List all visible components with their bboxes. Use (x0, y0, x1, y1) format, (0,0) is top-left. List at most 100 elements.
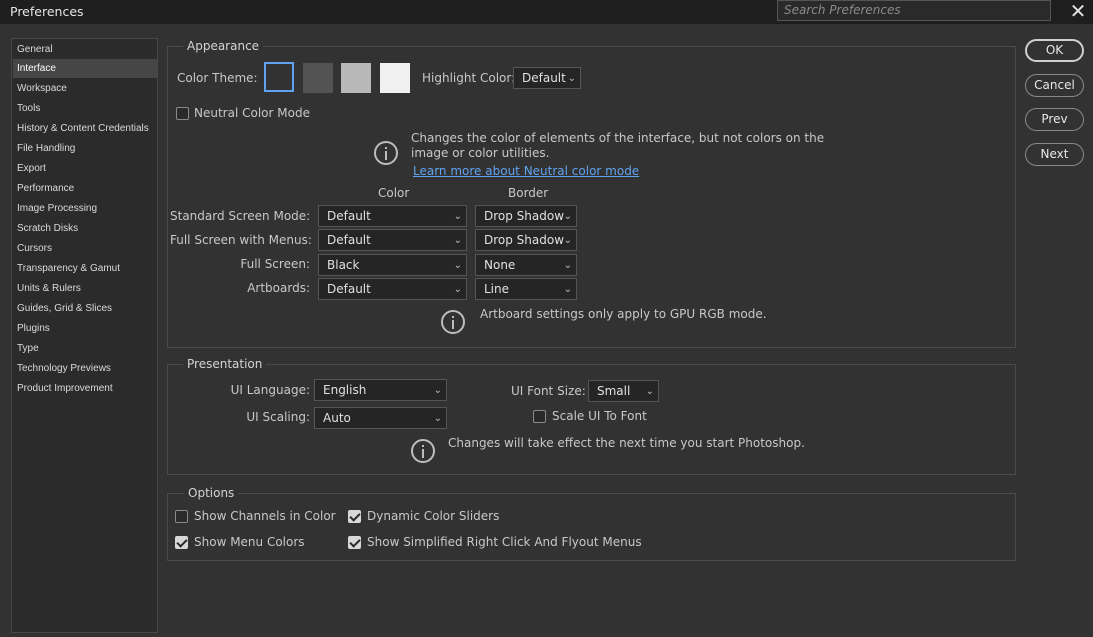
presentation-info-text: Changes will take effect the next time y… (448, 436, 805, 450)
full-screen-menus-label: Full Screen with Menus: (170, 233, 312, 247)
neutral-color-mode-link[interactable]: Learn more about Neutral color mode (413, 163, 639, 179)
ui-font-size-value: Small (597, 384, 631, 398)
full-screen-menus-border-value: Drop Shadow (484, 233, 565, 247)
appearance-title: Appearance (183, 39, 264, 53)
sidebar-item-cursors[interactable]: Cursors (13, 239, 157, 258)
full-screen-border-select[interactable]: None ⌄ (475, 254, 577, 276)
sidebar-item-export[interactable]: Export (13, 159, 157, 178)
chevron-down-icon: ⌄ (563, 260, 572, 271)
color-column-header: Color (378, 186, 410, 200)
sidebar-item-guides[interactable]: Guides, Grid & Slices (13, 299, 157, 318)
artboard-info-text: Artboard settings only apply to GPU RGB … (480, 307, 767, 321)
full-screen-menus-color-select[interactable]: Default ⌄ (318, 229, 467, 251)
chevron-down-icon: ⌄ (453, 284, 462, 295)
neutral-info-text-line1: Changes the color of elements of the int… (411, 131, 825, 145)
info-icon (374, 141, 398, 165)
prev-button[interactable]: Prev (1025, 108, 1084, 131)
next-button[interactable]: Next (1025, 143, 1084, 166)
sidebar-item-plugins[interactable]: Plugins (13, 319, 157, 338)
border-column-header: Border (508, 186, 549, 200)
color-theme-label: Color Theme: (177, 71, 258, 85)
preferences-sidebar: General Interface Workspace Tools Histor… (11, 38, 158, 633)
standard-screen-mode-label: Standard Screen Mode: (170, 209, 311, 223)
ui-language-value: English (323, 383, 367, 397)
chevron-down-icon: ⌄ (563, 284, 572, 295)
ok-button[interactable]: OK (1025, 39, 1084, 62)
sidebar-item-workspace[interactable]: Workspace (13, 79, 157, 98)
options-title: Options (184, 486, 239, 500)
sidebar-item-type[interactable]: Type (13, 339, 157, 358)
artboards-color-value: Default (327, 282, 371, 296)
artboards-label: Artboards: (247, 281, 310, 295)
window-title: Preferences (10, 4, 84, 19)
sidebar-item-scratch-disks[interactable]: Scratch Disks (13, 219, 157, 238)
sidebar-item-tools[interactable]: Tools (13, 99, 157, 118)
full-screen-color-select[interactable]: Black ⌄ (318, 254, 467, 276)
ui-scaling-label: UI Scaling: (246, 410, 310, 424)
full-screen-color-value: Black (327, 258, 360, 272)
sidebar-item-transparency[interactable]: Transparency & Gamut (13, 259, 157, 278)
sidebar-item-performance[interactable]: Performance (13, 179, 157, 198)
sidebar-item-interface[interactable]: Interface (13, 59, 157, 78)
chevron-down-icon: ⌄ (433, 413, 442, 424)
theme-swatch-dark[interactable] (303, 63, 333, 93)
chevron-down-icon: ⌄ (453, 260, 462, 271)
dynamic-color-sliders-checkbox[interactable] (348, 510, 361, 523)
scale-ui-to-font-checkbox[interactable] (533, 410, 546, 423)
theme-swatch-lightest[interactable] (380, 63, 410, 93)
standard-screen-color-select[interactable]: Default ⌄ (318, 205, 467, 227)
show-menu-colors-checkbox[interactable] (175, 536, 188, 549)
info-icon (441, 310, 465, 334)
show-channels-in-color-label: Show Channels in Color (194, 509, 336, 523)
sidebar-item-history[interactable]: History & Content Credentials (13, 119, 157, 138)
artboards-color-select[interactable]: Default ⌄ (318, 278, 467, 300)
scale-ui-to-font-label: Scale UI To Font (552, 409, 647, 423)
full-screen-menus-color-value: Default (327, 233, 371, 247)
chevron-down-icon: ⌄ (645, 386, 654, 397)
chevron-down-icon: ⌄ (563, 211, 572, 222)
theme-swatch-light[interactable] (341, 63, 371, 93)
cancel-button[interactable]: Cancel (1025, 74, 1084, 97)
search-preferences-input[interactable]: Search Preferences (777, 0, 1051, 21)
appearance-group (167, 46, 1016, 348)
full-screen-border-value: None (484, 258, 516, 272)
highlight-color-value: Default (522, 71, 566, 85)
highlight-color-select[interactable]: Default ⌄ (513, 67, 581, 89)
ui-scaling-select[interactable]: Auto ⌄ (314, 407, 447, 429)
chevron-down-icon: ⌄ (563, 235, 572, 246)
neutral-info-text-line2: image or color utilities. (411, 146, 550, 160)
highlight-color-label: Highlight Color: (422, 71, 516, 85)
ui-language-label: UI Language: (230, 383, 310, 397)
info-icon (411, 439, 435, 463)
presentation-title: Presentation (183, 357, 267, 371)
artboards-border-select[interactable]: Line ⌄ (475, 278, 577, 300)
theme-swatch-darkest[interactable] (264, 62, 294, 92)
close-icon[interactable]: ✕ (1068, 1, 1088, 22)
ui-font-size-label: UI Font Size: (511, 384, 586, 398)
simplified-menus-label: Show Simplified Right Click And Flyout M… (367, 535, 642, 549)
neutral-color-mode-checkbox[interactable] (176, 107, 189, 120)
sidebar-item-file-handling[interactable]: File Handling (13, 139, 157, 158)
ui-language-select[interactable]: English ⌄ (314, 379, 447, 401)
neutral-color-mode-label: Neutral Color Mode (194, 106, 310, 120)
full-screen-menus-border-select[interactable]: Drop Shadow ⌄ (475, 229, 577, 251)
dynamic-color-sliders-label: Dynamic Color Sliders (367, 509, 500, 523)
standard-screen-border-select[interactable]: Drop Shadow ⌄ (475, 205, 577, 227)
sidebar-item-product-improvement[interactable]: Product Improvement (13, 379, 157, 398)
sidebar-item-general[interactable]: General (13, 40, 157, 59)
standard-screen-color-value: Default (327, 209, 371, 223)
simplified-menus-checkbox[interactable] (348, 536, 361, 549)
options-group (167, 493, 1016, 561)
ui-font-size-select[interactable]: Small ⌄ (588, 380, 659, 402)
standard-screen-border-value: Drop Shadow (484, 209, 565, 223)
full-screen-label: Full Screen: (240, 257, 310, 271)
ui-scaling-value: Auto (323, 411, 351, 425)
chevron-down-icon: ⌄ (453, 235, 462, 246)
sidebar-item-image-processing[interactable]: Image Processing (13, 199, 157, 218)
sidebar-item-units-rulers[interactable]: Units & Rulers (13, 279, 157, 298)
show-menu-colors-label: Show Menu Colors (194, 535, 305, 549)
chevron-down-icon: ⌄ (567, 73, 576, 84)
chevron-down-icon: ⌄ (453, 211, 462, 222)
sidebar-item-technology-previews[interactable]: Technology Previews (13, 359, 157, 378)
show-channels-in-color-checkbox[interactable] (175, 510, 188, 523)
